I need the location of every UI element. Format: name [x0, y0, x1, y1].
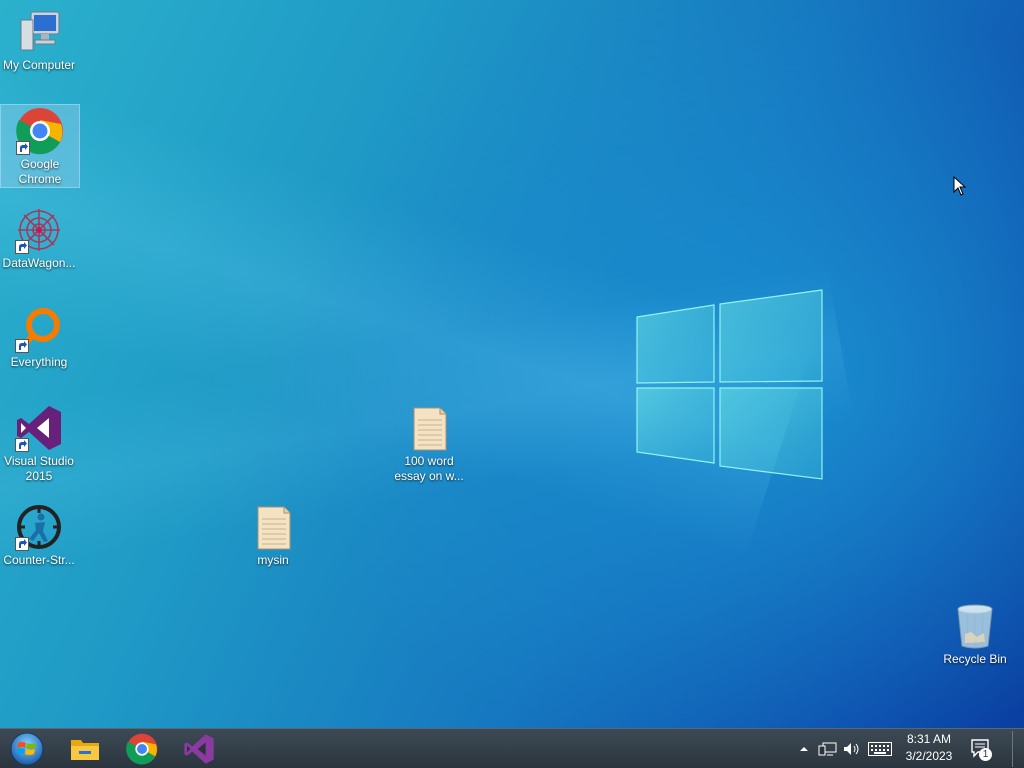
desktop-icon-label: Google Chrome [18, 157, 62, 186]
shortcut-arrow-icon [15, 438, 29, 452]
taskbar-visual-studio[interactable] [173, 729, 225, 768]
desktop-icon-label: Recycle Bin [943, 652, 1007, 666]
taskbar-file-explorer[interactable] [59, 729, 111, 768]
desktop-icon-label: Everything [10, 355, 68, 369]
folder-icon [71, 740, 99, 760]
shortcut-arrow-icon [15, 339, 29, 353]
taskbar: 8:31 AM 3/2/2023 1 [0, 728, 1024, 768]
chrome-icon [16, 107, 64, 155]
action-center-button[interactable]: 1 [970, 737, 992, 761]
shortcut-arrow-icon [15, 240, 29, 254]
windows-start-orb-icon [10, 732, 44, 766]
desktop-icon-label: mysin [257, 553, 289, 567]
visual-studio-icon [15, 404, 63, 452]
desktop-icon-100-word-essay[interactable]: 100 word essay on w... [390, 402, 468, 484]
taskbar-google-chrome[interactable] [116, 729, 168, 768]
desktop-icon-everything[interactable]: Everything [0, 303, 78, 370]
keyboard-icon[interactable] [868, 742, 892, 756]
desktop-icon-label: 100 word essay on w... [394, 454, 464, 483]
network-icon[interactable] [818, 741, 838, 757]
recycle-bin-icon [951, 602, 999, 650]
computer-icon [15, 8, 63, 56]
counter-strike-icon [15, 503, 63, 551]
volume-icon[interactable] [842, 741, 862, 757]
desktop-icon-google-chrome[interactable]: Google Chrome [0, 104, 80, 188]
datawagon-icon [15, 206, 63, 254]
everything-icon [15, 305, 63, 353]
clock-date: 3/2/2023 [905, 749, 953, 763]
shortcut-arrow-icon [16, 141, 30, 155]
desktop-icon-label: DataWagon... [2, 256, 76, 270]
chrome-icon [126, 733, 158, 765]
desktop-icon-mysin[interactable]: mysin [234, 501, 312, 568]
windows-logo-wallpaper [636, 289, 823, 480]
shortcut-arrow-icon [15, 537, 29, 551]
start-button[interactable] [1, 729, 53, 768]
desktop-icon-counter-strike[interactable]: Counter-Str... [0, 501, 78, 568]
desktop-icon-datawagon[interactable]: DataWagon... [0, 204, 78, 271]
desktop-icon-recycle-bin[interactable]: Recycle Bin [936, 600, 1014, 667]
notification-count-badge: 1 [979, 748, 992, 761]
desktop-icon-my-computer[interactable]: My Computer [0, 6, 78, 73]
system-tray [796, 729, 892, 768]
clock-time: 8:31 AM [906, 732, 952, 746]
desktop-icon-visual-studio-2015[interactable]: Visual Studio 2015 [0, 402, 78, 484]
text-file-icon [249, 503, 297, 551]
show-desktop-button[interactable] [1012, 731, 1023, 767]
text-file-icon [405, 404, 453, 452]
chevron-up-icon[interactable] [796, 741, 812, 757]
visual-studio-icon [184, 734, 214, 764]
mouse-cursor-icon [953, 176, 967, 196]
taskbar-clock[interactable]: 8:31 AM 3/2/2023 [896, 731, 962, 765]
desktop-icon-label: My Computer [2, 58, 76, 72]
desktop-icon-label: Visual Studio 2015 [4, 454, 74, 483]
desktop-icon-label: Counter-Str... [3, 553, 75, 567]
